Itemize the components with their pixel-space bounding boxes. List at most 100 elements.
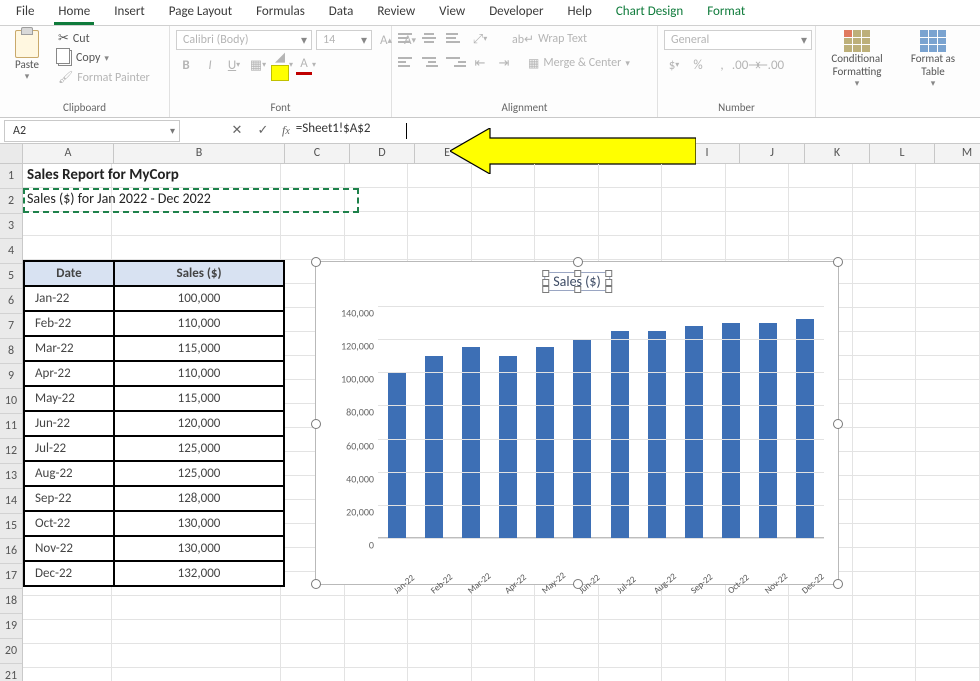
menu-home[interactable]: Home	[46, 0, 102, 25]
cell-sales[interactable]: 125,000	[114, 461, 284, 486]
decrease-indent-button[interactable]: ⇤	[470, 54, 490, 72]
bar[interactable]	[611, 331, 629, 538]
column-header-G[interactable]: G	[545, 144, 610, 163]
chart-title[interactable]: Sales ($)	[544, 272, 610, 291]
table-row[interactable]: May-22115,000	[24, 386, 284, 411]
font-name-select[interactable]: Calibri (Body)	[176, 30, 312, 50]
resize-handle-tr[interactable]	[833, 257, 843, 267]
select-all-corner[interactable]	[0, 144, 23, 163]
cell-sales[interactable]: 110,000	[114, 311, 284, 336]
percent-button[interactable]: %	[688, 56, 708, 74]
cell-date[interactable]: Apr-22	[24, 361, 114, 386]
table-row[interactable]: Jan-22100,000	[24, 286, 284, 311]
sales-table[interactable]: DateSales ($)Jan-22100,000Feb-22110,000M…	[23, 260, 285, 587]
row-header-9[interactable]: 9	[0, 364, 22, 389]
cell-date[interactable]: Mar-22	[24, 336, 114, 361]
menu-file[interactable]: File	[4, 0, 46, 25]
row-header-1[interactable]: 1	[0, 164, 22, 189]
row-header-17[interactable]: 17	[0, 564, 22, 589]
row-header-10[interactable]: 10	[0, 389, 22, 414]
align-center-button[interactable]	[422, 55, 442, 71]
font-size-select[interactable]: 14	[316, 30, 372, 50]
menu-insert[interactable]: Insert	[102, 0, 157, 25]
menu-data[interactable]: Data	[317, 0, 366, 25]
comma-style-button[interactable]: ,	[712, 56, 732, 74]
align-middle-button[interactable]	[422, 31, 442, 47]
fill-color-button[interactable]: ◢▾	[272, 56, 292, 74]
row-header-7[interactable]: 7	[0, 314, 22, 339]
column-header-B[interactable]: B	[114, 144, 285, 163]
resize-handle-br[interactable]	[833, 579, 843, 589]
row-header-13[interactable]: 13	[0, 464, 22, 489]
cells-area[interactable]: Sales ($) 020,00040,00060,00080,000100,0…	[23, 164, 980, 681]
fx-icon[interactable]: fx	[276, 123, 296, 138]
resize-handle-tm[interactable]	[573, 257, 583, 267]
cell-sales[interactable]: 128,000	[114, 486, 284, 511]
plot-area[interactable]: 020,00040,00060,00080,000100,000120,0001…	[378, 306, 824, 538]
name-box[interactable]: A2 ▾	[4, 120, 180, 142]
table-row[interactable]: Dec-22132,000	[24, 561, 284, 586]
cell-sales[interactable]: 115,000	[114, 386, 284, 411]
align-left-button[interactable]	[398, 55, 418, 71]
font-color-button[interactable]: A▾	[296, 56, 316, 74]
column-header-L[interactable]: L	[870, 144, 935, 163]
worksheet-grid[interactable]: 1234567891011121314151617181920212223 Sa…	[0, 164, 980, 681]
bar[interactable]	[499, 356, 517, 538]
format-painter-button[interactable]: Format Painter	[54, 69, 154, 86]
table-row[interactable]: Oct-22130,000	[24, 511, 284, 536]
cell-sales[interactable]: 115,000	[114, 336, 284, 361]
table-row[interactable]: Nov-22130,000	[24, 536, 284, 561]
row-header-6[interactable]: 6	[0, 289, 22, 314]
table-header-date[interactable]: Date	[24, 261, 114, 286]
underline-button[interactable]: U▾	[224, 56, 244, 74]
resize-handle-bl[interactable]	[311, 579, 321, 589]
cell-date[interactable]: Oct-22	[24, 511, 114, 536]
column-header-E[interactable]: E	[415, 144, 480, 163]
row-header-20[interactable]: 20	[0, 639, 22, 664]
row-header-18[interactable]: 18	[0, 589, 22, 614]
align-bottom-button[interactable]	[446, 31, 466, 47]
column-header-C[interactable]: C	[285, 144, 350, 163]
row-header-14[interactable]: 14	[0, 489, 22, 514]
resize-handle-tl[interactable]	[311, 257, 321, 267]
cell-sales[interactable]: 130,000	[114, 536, 284, 561]
cell-date[interactable]: Jul-22	[24, 436, 114, 461]
bar[interactable]	[462, 347, 480, 538]
menu-help[interactable]: Help	[555, 0, 603, 25]
cell-sales[interactable]: 100,000	[114, 286, 284, 311]
cell-date[interactable]: Dec-22	[24, 561, 114, 586]
orientation-button[interactable]: ⤢▾	[470, 30, 490, 48]
column-header-H[interactable]: H	[610, 144, 675, 163]
borders-button[interactable]: ▦▾	[248, 56, 268, 74]
row-header-11[interactable]: 11	[0, 414, 22, 439]
merge-center-button[interactable]: ▦Merge & Center▾	[524, 55, 634, 72]
cell-date[interactable]: Jun-22	[24, 411, 114, 436]
row-header-16[interactable]: 16	[0, 539, 22, 564]
cut-button[interactable]: Cut	[54, 30, 154, 47]
menu-developer[interactable]: Developer	[477, 0, 555, 25]
chart-object[interactable]: Sales ($) 020,00040,00060,00080,000100,0…	[315, 261, 839, 585]
row-header-3[interactable]: 3	[0, 214, 22, 239]
increase-decimal-button[interactable]: .00→	[736, 56, 756, 74]
bar[interactable]	[425, 356, 443, 538]
table-row[interactable]: Jun-22120,000	[24, 411, 284, 436]
currency-button[interactable]: $▾	[664, 56, 684, 74]
cell-sales[interactable]: 125,000	[114, 436, 284, 461]
column-header-D[interactable]: D	[350, 144, 415, 163]
row-header-2[interactable]: 2	[0, 189, 22, 214]
cell-sales[interactable]: 130,000	[114, 511, 284, 536]
resize-handle-ml[interactable]	[311, 419, 321, 429]
conditional-formatting-button[interactable]: Conditional Formatting ▾	[822, 30, 892, 89]
table-header-sales[interactable]: Sales ($)	[114, 261, 284, 286]
align-right-button[interactable]	[446, 55, 466, 71]
accept-formula-button[interactable]: ✓	[250, 123, 276, 138]
formula-input[interactable]: =Sheet1!$A$2	[296, 121, 406, 141]
menu-chart-design[interactable]: Chart Design	[604, 0, 695, 25]
decrease-decimal-button[interactable]: ←.00	[760, 56, 780, 74]
menu-page-layout[interactable]: Page Layout	[157, 0, 244, 25]
table-row[interactable]: Apr-22110,000	[24, 361, 284, 386]
table-row[interactable]: Feb-22110,000	[24, 311, 284, 336]
italic-button[interactable]: I	[200, 56, 220, 74]
row-header-19[interactable]: 19	[0, 614, 22, 639]
column-header-M[interactable]: M	[935, 144, 980, 163]
